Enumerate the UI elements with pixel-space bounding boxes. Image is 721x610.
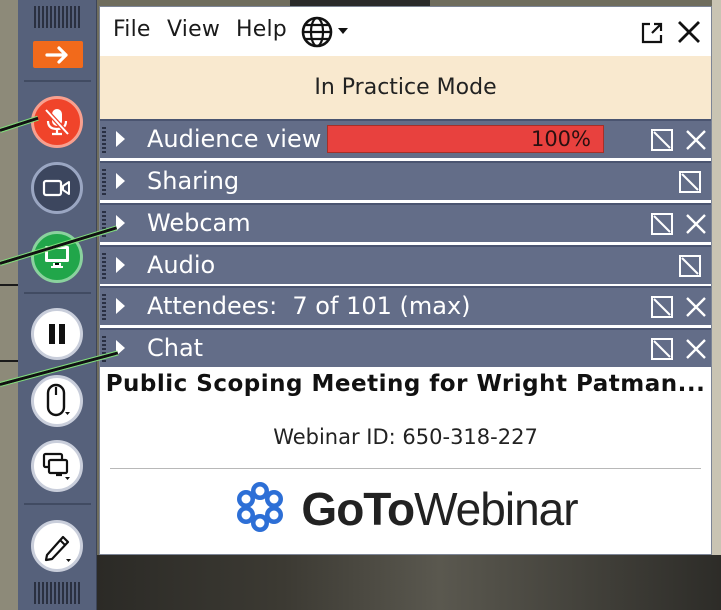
divider xyxy=(24,292,91,294)
section-label: Sharing xyxy=(147,167,240,195)
close-icon[interactable] xyxy=(684,295,708,319)
gotowebinar-wordmark: GoToWebinar xyxy=(301,483,578,535)
popout-icon[interactable] xyxy=(650,295,674,319)
menu-view[interactable]: View xyxy=(167,17,220,42)
webinar-id: Webinar ID: 650-318-227 xyxy=(273,425,538,449)
audience-progress-bar: 100% xyxy=(327,125,604,153)
section-label: Attendees: 7 of 101 (max) xyxy=(147,292,471,320)
close-icon[interactable] xyxy=(676,19,702,49)
expand-arrow-icon[interactable] xyxy=(116,131,125,147)
divider xyxy=(24,503,91,505)
close-icon[interactable] xyxy=(684,212,708,236)
popout-icon[interactable] xyxy=(650,337,674,361)
practice-mode-banner: In Practice Mode xyxy=(100,56,711,119)
section-label: Webcam xyxy=(147,209,251,237)
drag-handle[interactable] xyxy=(102,294,106,320)
popout-icon[interactable] xyxy=(678,254,702,278)
divider xyxy=(24,80,91,82)
section-label: Audio xyxy=(147,251,216,279)
expand-arrow-icon[interactable] xyxy=(116,298,125,314)
globe-icon[interactable] xyxy=(300,15,356,53)
popout-icon[interactable] xyxy=(640,21,664,49)
progress-value: 100% xyxy=(530,127,591,151)
gotowebinar-logo-icon xyxy=(233,480,287,538)
menu-file[interactable]: File xyxy=(113,17,151,42)
close-icon[interactable] xyxy=(684,128,708,152)
popout-icon[interactable] xyxy=(650,212,674,236)
close-icon[interactable] xyxy=(684,337,708,361)
pen-icon[interactable] xyxy=(31,520,83,572)
popout-icon[interactable] xyxy=(678,170,702,194)
background-video xyxy=(96,555,721,610)
gotowebinar-brand: GoToWebinar xyxy=(100,479,711,539)
collapse-arrow-icon[interactable] xyxy=(33,41,83,68)
background-right xyxy=(712,0,721,610)
monitors-icon[interactable] xyxy=(31,440,83,492)
grab-handle[interactable] xyxy=(34,6,82,28)
grab-handle[interactable] xyxy=(34,582,82,604)
section-chat[interactable]: Chat xyxy=(100,328,711,367)
drag-handle[interactable] xyxy=(102,127,106,153)
meeting-title: Public Scoping Meeting for Wright Patman… xyxy=(105,371,706,397)
expand-arrow-icon[interactable] xyxy=(116,257,125,273)
expand-arrow-icon[interactable] xyxy=(116,173,125,189)
section-sharing[interactable]: Sharing xyxy=(100,161,711,200)
menu-help[interactable]: Help xyxy=(236,17,287,42)
webcam-icon[interactable] xyxy=(31,162,83,214)
drag-handle[interactable] xyxy=(102,253,106,279)
control-panel: File View Help In Practice Mode Audience… xyxy=(99,6,712,555)
drag-handle[interactable] xyxy=(102,169,106,195)
muted-mic-icon[interactable] xyxy=(31,96,83,148)
section-label: Chat xyxy=(147,334,204,362)
expand-arrow-icon[interactable] xyxy=(116,215,125,231)
menu-bar: File View Help xyxy=(100,7,711,56)
section-attendees[interactable]: Attendees: 7 of 101 (max) xyxy=(100,286,711,325)
mouse-icon[interactable] xyxy=(31,375,83,427)
section-webcam[interactable]: Webcam xyxy=(100,203,711,242)
section-label: Audience view xyxy=(147,125,322,153)
section-audience-view[interactable]: Audience view 100% xyxy=(100,119,711,158)
control-strip xyxy=(18,0,97,610)
pause-icon[interactable] xyxy=(31,308,83,360)
background-box xyxy=(0,284,20,362)
divider xyxy=(110,468,701,469)
section-audio[interactable]: Audio xyxy=(100,245,711,284)
popout-icon[interactable] xyxy=(650,128,674,152)
